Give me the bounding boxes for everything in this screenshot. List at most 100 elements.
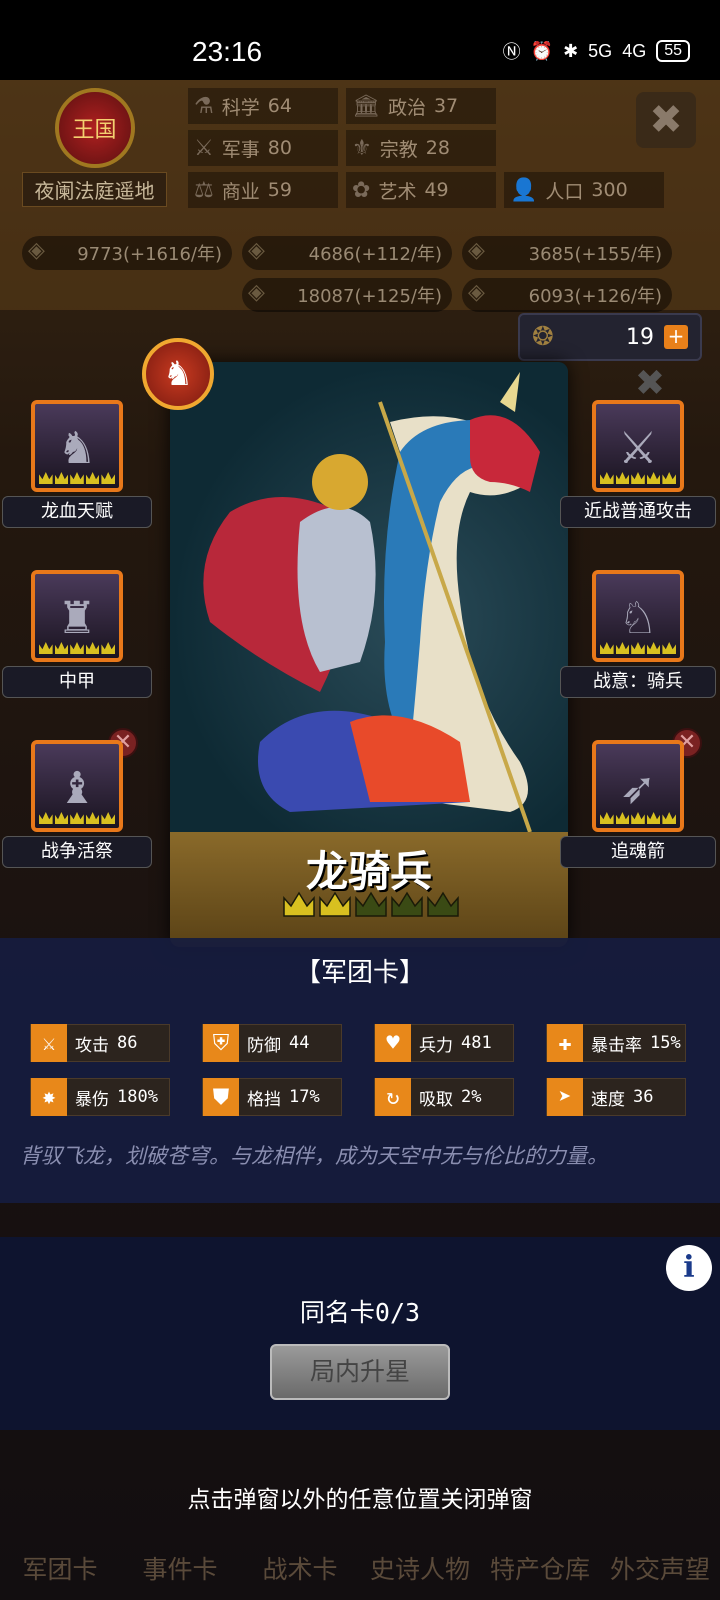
- stat-value: 59: [267, 179, 292, 201]
- stat-value: 64: [267, 95, 292, 117]
- stat-value: 28: [425, 137, 450, 159]
- stat-label: 政治: [387, 96, 426, 119]
- resource-0: ◈ 9773(+1616/年): [22, 236, 232, 270]
- attribute-value: 86: [117, 1033, 138, 1053]
- stat-value: 49: [424, 179, 449, 201]
- attribute-3: ✚ 暴击率 15%: [546, 1024, 686, 1062]
- burst-icon: ✸: [31, 1078, 67, 1116]
- crown-star-icon: [391, 891, 423, 917]
- resource-value: 4686(+112/年): [308, 244, 442, 265]
- attribute-0: ⚔ 攻击 86: [30, 1024, 170, 1062]
- unit-card: 龙骑兵: [170, 362, 568, 947]
- sword-knight-icon: ⚔: [618, 423, 658, 474]
- attribute-7: ➤ 速度 36: [546, 1078, 686, 1116]
- skill-slot-right-2[interactable]: ♘ 战意：骑兵: [560, 570, 716, 698]
- skill-slot-right-1[interactable]: ⚔ 近战普通攻击: [560, 400, 716, 528]
- upgrade-star-button[interactable]: 局内升星: [270, 1344, 450, 1400]
- attribute-value: 481: [461, 1033, 492, 1053]
- add-medal-button[interactable]: +: [664, 325, 688, 349]
- skill-crowns: [39, 472, 115, 486]
- info-button[interactable]: i: [666, 1245, 712, 1291]
- resource-2: ◈ 3685(+155/年): [462, 236, 672, 270]
- attribute-label: 攻击: [75, 1035, 109, 1056]
- resource-icon: ◈: [468, 280, 485, 305]
- skill-slot-left-1[interactable]: ♞ 龙血天赋: [2, 400, 152, 528]
- attribute-1: ⛨ 防御 44: [202, 1024, 342, 1062]
- attribute-5: ⛊ 格挡 17%: [202, 1078, 342, 1116]
- dragon-rider-art: [170, 362, 568, 833]
- close-popup-icon[interactable]: ✖: [632, 366, 668, 402]
- bluetooth-icon: ✱: [563, 40, 579, 61]
- skill-crowns: [600, 812, 676, 826]
- tab-2[interactable]: 战术卡: [243, 1550, 358, 1586]
- skill-icon: ♝: [31, 740, 123, 832]
- skill-slot-right-3[interactable]: ✕ ➶ 追魂箭: [560, 728, 716, 868]
- skill-icon: ♞: [31, 400, 123, 492]
- tab-3[interactable]: 史诗人物: [363, 1550, 478, 1586]
- attribute-label: 暴伤: [75, 1089, 109, 1110]
- resource-value: 18087(+125/年): [297, 286, 442, 307]
- resource-icon: ◈: [248, 280, 265, 305]
- skill-label: 追魂箭: [560, 836, 716, 868]
- crossed-swords-icon: ⚔: [194, 135, 214, 161]
- tab-4[interactable]: 特产仓库: [483, 1550, 598, 1586]
- medal-counter[interactable]: ❂ 19 +: [518, 313, 702, 361]
- crown-star-icon: [355, 891, 387, 917]
- resource-icon: ◈: [248, 238, 265, 263]
- stat-value: 300: [591, 179, 628, 201]
- kingdom-emblem: 王国 夜阑法庭遥地: [22, 88, 167, 207]
- capitol-icon: 🏛: [352, 93, 380, 119]
- chess-knight-icon: ♞: [142, 338, 214, 410]
- tab-5[interactable]: 外交声望: [603, 1550, 718, 1586]
- skill-slot-left-3[interactable]: ✕ ♝ 战争活祭: [2, 728, 152, 868]
- stat-8: 👤 人口 300: [504, 172, 664, 208]
- skill-label: 龙血天赋: [2, 496, 152, 528]
- kingdom-name: 夜阑法庭遥地: [22, 172, 167, 207]
- skill-label: 战意：骑兵: [560, 666, 716, 698]
- skill-icon: ♘: [592, 570, 684, 662]
- attribute-label: 防御: [247, 1035, 281, 1056]
- attribute-grid: ⚔ 攻击 86 ⛨ 防御 44 ♥ 兵力 481 ✚ 暴击率 15% ✸ 暴伤 180% ⛊ 格挡 17% ↻ 吸取 2…: [30, 1024, 686, 1116]
- skill-icon: ⚔: [592, 400, 684, 492]
- attribute-label: 吸取: [419, 1089, 453, 1110]
- signal-4g: 4G: [622, 40, 647, 61]
- attribute-value: 180%: [117, 1087, 158, 1107]
- stat-label: 人口: [545, 180, 584, 203]
- shield-icon: ⛨: [203, 1024, 239, 1062]
- skill-label: 中甲: [2, 666, 152, 698]
- medal-icon: ❂: [532, 322, 554, 352]
- close-icon[interactable]: ✖: [636, 92, 696, 148]
- tab-0[interactable]: 军团卡: [3, 1550, 118, 1586]
- crown-star-icon: [319, 891, 351, 917]
- stat-value: 37: [433, 95, 459, 117]
- stat-6: ⚖ 商业 59: [188, 172, 338, 208]
- skill-icon: ➶: [592, 740, 684, 832]
- sword-icon: ⚔: [31, 1024, 67, 1062]
- bottom-tab-bar: 军团卡 事件卡 战术卡 史诗人物 特产仓库 外交声望: [0, 1500, 720, 1600]
- resource-icon: ◈: [468, 238, 485, 263]
- attribute-6: ↻ 吸取 2%: [374, 1078, 514, 1116]
- stat-1: 🏛 政治 37: [346, 88, 496, 124]
- card-type-title: 【军团卡】: [294, 958, 425, 988]
- same-name-card-count: 同名卡0/3: [299, 1298, 421, 1327]
- block-icon: ⛊: [203, 1078, 239, 1116]
- skill-slot-left-2[interactable]: ♜ 中甲: [2, 570, 152, 698]
- dark-rider-icon: ♞: [57, 423, 97, 474]
- drain-icon: ↻: [375, 1078, 411, 1116]
- crown-star-icon: [427, 891, 459, 917]
- flask-icon: ⚗: [194, 93, 214, 119]
- resource-icon: ◈: [28, 238, 45, 263]
- resource-bar: ◈ 9773(+1616/年) ◈ 4686(+112/年) ◈ 3685(+155/年)…: [22, 236, 702, 312]
- attribute-value: 2%: [461, 1087, 482, 1107]
- art-icon: ✿: [352, 177, 371, 203]
- attribute-4: ✸ 暴伤 180%: [30, 1078, 170, 1116]
- stat-0: ⚗ 科学 64: [188, 88, 338, 124]
- skill-label: 战争活祭: [2, 836, 152, 868]
- skill-crowns: [600, 472, 676, 486]
- tab-1[interactable]: 事件卡: [123, 1550, 238, 1586]
- resource-1: ◈ 4686(+112/年): [242, 236, 452, 270]
- skill-crowns: [39, 812, 115, 826]
- attribute-value: 15%: [650, 1033, 681, 1053]
- nfc-icon: Ⓝ: [502, 42, 521, 62]
- heart-icon: ♥: [375, 1024, 411, 1062]
